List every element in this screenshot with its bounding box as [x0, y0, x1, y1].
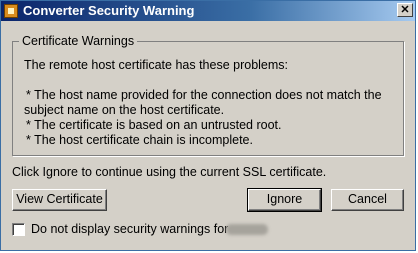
window-title: Converter Security Warning [23, 3, 195, 18]
certificate-warnings-group: Certificate Warnings The remote host cer… [12, 33, 404, 156]
view-certificate-button[interactable]: View Certificate [12, 189, 107, 211]
suppress-warnings-label[interactable]: Do not display security warnings for [31, 222, 228, 237]
title-bar[interactable]: Converter Security Warning ✕ [1, 1, 415, 21]
warning-chain-incomplete: * The host certificate chain is incomple… [26, 133, 253, 147]
redacted-host [226, 224, 268, 235]
close-button[interactable]: ✕ [397, 3, 413, 17]
warning-hostname-line1: * The host name provided for the connect… [26, 88, 382, 102]
warning-untrusted-root: * The certificate is based on an untrust… [26, 118, 282, 132]
warning-hostname-line2: subject name on the host certificate. [24, 103, 225, 117]
close-icon: ✕ [400, 4, 410, 16]
dialog-window: Converter Security Warning ✕ Certificate… [0, 0, 416, 251]
app-icon [4, 4, 18, 18]
cancel-button[interactable]: Cancel [331, 189, 404, 211]
suppress-warnings-checkbox[interactable] [12, 223, 25, 236]
warning-intro: The remote host certificate has these pr… [24, 58, 289, 72]
instruction-text: Click Ignore to continue using the curre… [12, 165, 327, 179]
ignore-button[interactable]: Ignore [247, 188, 322, 212]
group-label: Certificate Warnings [19, 33, 138, 49]
